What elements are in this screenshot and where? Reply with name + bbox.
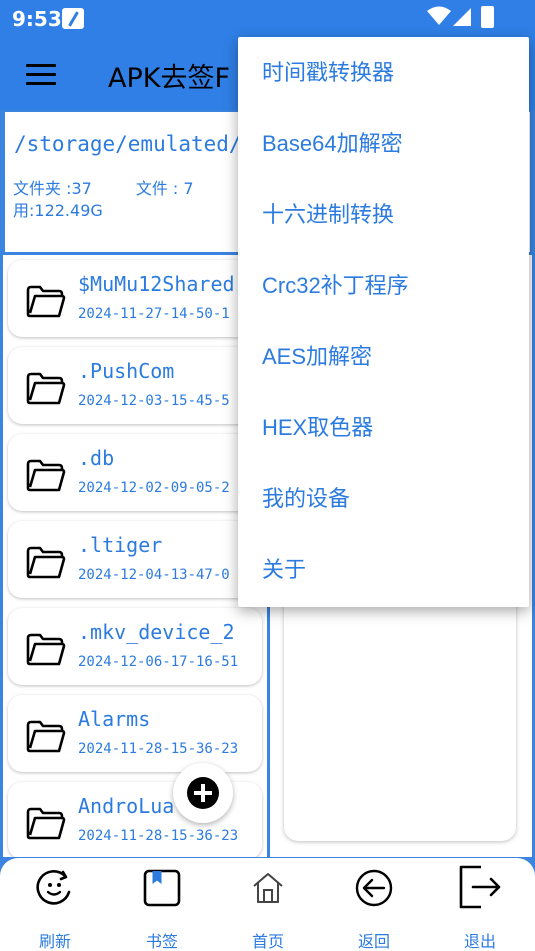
- file-name: .mkv_device_2: [78, 620, 235, 644]
- hamburger-menu-icon[interactable]: [26, 64, 56, 85]
- wifi-icon: [427, 6, 451, 25]
- file-date: 2024-11-27-14-50-1: [78, 306, 230, 322]
- status-time: 9:53: [12, 7, 62, 31]
- nav-bookmark[interactable]: 书签: [127, 868, 197, 951]
- nav-home[interactable]: 首页: [233, 868, 303, 951]
- menu-item-about[interactable]: 关于: [238, 534, 529, 605]
- file-name: .ltiger: [78, 533, 163, 557]
- folder-icon: [26, 633, 66, 666]
- file-list: $MuMu12Shared 2024-11-27-14-50-1 .PushCo…: [3, 255, 267, 857]
- exit-icon: [459, 865, 501, 909]
- folder-icon: [26, 459, 66, 492]
- folder-icon: [26, 285, 66, 318]
- file-date: 2024-12-04-13-47-0: [78, 567, 230, 583]
- folder-icon: [26, 546, 66, 579]
- list-item[interactable]: .mkv_device_2 2024-12-06-17-16-51: [8, 608, 262, 685]
- menu-item-base64[interactable]: Base64加解密: [238, 108, 529, 179]
- status-bar: 9:53: [0, 0, 535, 38]
- status-notification-icon: [62, 8, 84, 29]
- file-date: 2024-11-28-15-36-23: [78, 741, 239, 757]
- file-name: .PushCom: [78, 359, 175, 383]
- file-count: 文件 : 7: [135, 179, 194, 198]
- back-arrow-icon: [355, 869, 393, 907]
- current-path[interactable]: /storage/emulated/: [14, 132, 242, 156]
- list-item[interactable]: .db 2024-12-02-09-05-2: [8, 434, 262, 511]
- file-date: 2024-11-28-15-36-23: [78, 828, 239, 844]
- battery-icon: [481, 6, 494, 28]
- list-item[interactable]: .PushCom 2024-12-03-15-45-5: [8, 347, 262, 424]
- file-date: 2024-12-02-09-05-2: [78, 480, 230, 496]
- list-item[interactable]: Alarms 2024-11-28-15-36-23: [8, 695, 262, 772]
- list-item[interactable]: .ltiger 2024-12-04-13-47-0: [8, 521, 262, 598]
- nav-exit[interactable]: 退出: [445, 865, 515, 951]
- menu-item-hex-color-picker[interactable]: HEX取色器: [238, 392, 529, 463]
- list-item[interactable]: $MuMu12Shared 2024-11-27-14-50-1: [8, 260, 262, 337]
- bookmark-icon: [143, 869, 181, 907]
- folder-icon: [26, 372, 66, 405]
- menu-item-hex-convert[interactable]: 十六进制转换: [238, 179, 529, 250]
- overflow-menu: 时间戳转换器 Base64加解密 十六进制转换 Crc32补丁程序 AES加解密…: [238, 37, 529, 607]
- file-date: 2024-12-03-15-45-5: [78, 393, 230, 409]
- file-name: Alarms: [78, 707, 151, 731]
- file-name: .db: [78, 446, 115, 470]
- signal-icon: [453, 8, 471, 26]
- nav-label: 返回: [357, 932, 390, 951]
- nav-label: 书签: [145, 932, 178, 951]
- app-title: APK去签F: [108, 63, 230, 94]
- storage-used: 用:122.49G: [13, 201, 103, 220]
- menu-item-my-device[interactable]: 我的设备: [238, 463, 529, 534]
- refresh-smile-icon: [36, 870, 71, 905]
- file-name: $MuMu12Shared: [78, 272, 235, 296]
- folder-icon: [26, 807, 66, 840]
- folder-count: 文件夹 :37: [13, 179, 92, 198]
- nav-label: 退出: [463, 932, 496, 951]
- menu-item-crc32-patch[interactable]: Crc32补丁程序: [238, 250, 529, 321]
- plus-icon: [187, 777, 219, 809]
- home-icon: [253, 873, 283, 903]
- nav-refresh[interactable]: 刷新: [20, 868, 90, 951]
- add-button[interactable]: [173, 763, 233, 823]
- nav-label: 首页: [251, 932, 284, 951]
- folder-icon: [26, 720, 66, 753]
- file-name: AndroLua: [78, 794, 175, 818]
- file-date: 2024-12-06-17-16-51: [78, 654, 239, 670]
- menu-item-timestamp-converter[interactable]: 时间戳转换器: [238, 37, 529, 108]
- storage-info: 文件夹 :37 文件 : 7 用:122.49G: [13, 178, 194, 222]
- nav-label: 刷新: [38, 932, 71, 951]
- nav-back[interactable]: 返回: [339, 868, 409, 951]
- menu-item-aes[interactable]: AES加解密: [238, 321, 529, 392]
- bottom-nav: 刷新 书签 首页 返回 退出: [0, 858, 535, 951]
